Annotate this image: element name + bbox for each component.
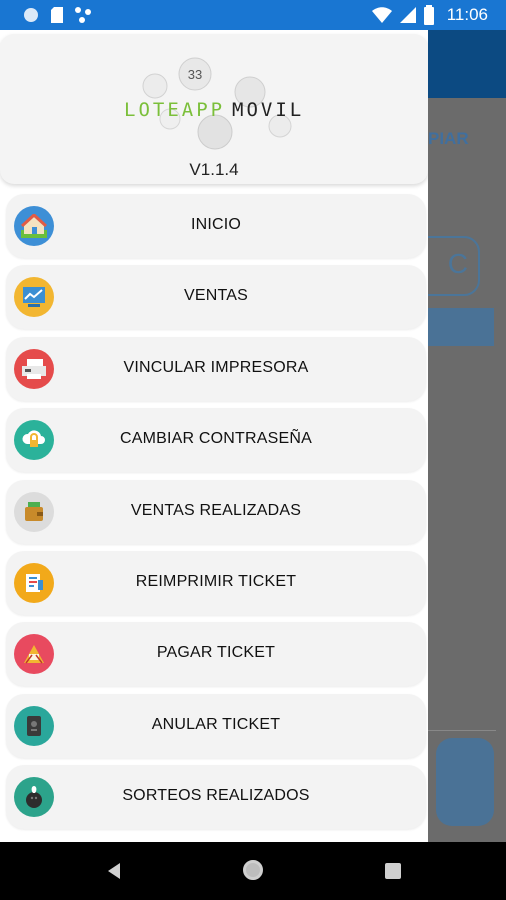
menu-item-cambiar-contrasena[interactable]: CAMBIAR CONTRASEÑA <box>6 408 426 473</box>
menu-item-anular-ticket[interactable]: ANULAR TICKET <box>6 693 426 758</box>
menu-item-label: INICIO <box>190 216 242 233</box>
home-icon[interactable] <box>243 860 263 880</box>
circle-notification-icon <box>24 8 38 22</box>
drawer-menu: INICIO VENTAS VINCULAR IMPRESORA CAMBIAR… <box>0 194 428 837</box>
status-time: 11:06 <box>446 5 488 24</box>
navigation-drawer: 33 LOTEAPP MOVIL V1.1.4 INICIO VENTAS VI… <box>0 30 428 842</box>
recents-icon[interactable] <box>385 863 401 879</box>
menu-item-ventas[interactable]: VENTAS <box>6 265 426 330</box>
menu-item-label: REIMPRIMIR TICKET <box>135 572 297 590</box>
menu-item-vincular-impresora[interactable]: VINCULAR IMPRESORA <box>6 336 426 401</box>
menu-item-label: SORTEOS REALIZADOS <box>122 787 310 805</box>
menu-item-inicio[interactable]: INICIO <box>6 194 426 258</box>
app-version: V1.1.4 <box>189 160 239 179</box>
menu-item-label: CAMBIAR CONTRASEÑA <box>119 430 313 448</box>
status-system: 11:06 <box>371 5 488 25</box>
status-bar: 11:06 <box>0 0 506 30</box>
back-icon[interactable] <box>106 861 122 881</box>
app-input-text: C <box>447 248 468 279</box>
drawer-header: 33 LOTEAPP MOVIL V1.1.4 <box>0 34 428 184</box>
menu-item-label: PAGAR TICKET <box>156 644 276 662</box>
app-action-button <box>428 308 494 346</box>
logo-brand-left: LOTEAPP <box>124 99 225 121</box>
menu-item-label: ANULAR TICKET <box>151 715 281 733</box>
logo-brand-right: MOVIL <box>232 99 304 121</box>
logo-ball-number: 33 <box>188 67 202 82</box>
copy-button: PIAR <box>428 129 469 148</box>
signal-icon <box>399 7 416 23</box>
loteapp-logo: 33 LOTEAPP MOVIL <box>124 57 304 150</box>
menu-item-label: VENTAS <box>183 287 249 305</box>
navigation-bar <box>0 842 506 900</box>
menu-item-pagar-ticket[interactable]: PAGAR TICKET <box>6 622 426 687</box>
app-large-button <box>436 738 494 826</box>
menu-item-label: VENTAS REALIZADAS <box>130 501 302 519</box>
menu-item-ventas-realizadas[interactable]: VENTAS REALIZADAS <box>6 479 426 544</box>
menu-item-label: VINCULAR IMPRESORA <box>123 358 309 376</box>
sd-card-icon <box>51 7 63 23</box>
wifi-icon <box>371 7 392 23</box>
app-divider <box>428 730 496 731</box>
network-nodes-icon <box>75 7 91 23</box>
menu-item-reimprimir-ticket[interactable]: REIMPRIMIR TICKET <box>6 550 426 615</box>
status-notifications <box>22 6 94 24</box>
battery-icon <box>423 5 434 25</box>
menu-item-sorteos-realizados[interactable]: SORTEOS REALIZADOS <box>6 765 426 830</box>
